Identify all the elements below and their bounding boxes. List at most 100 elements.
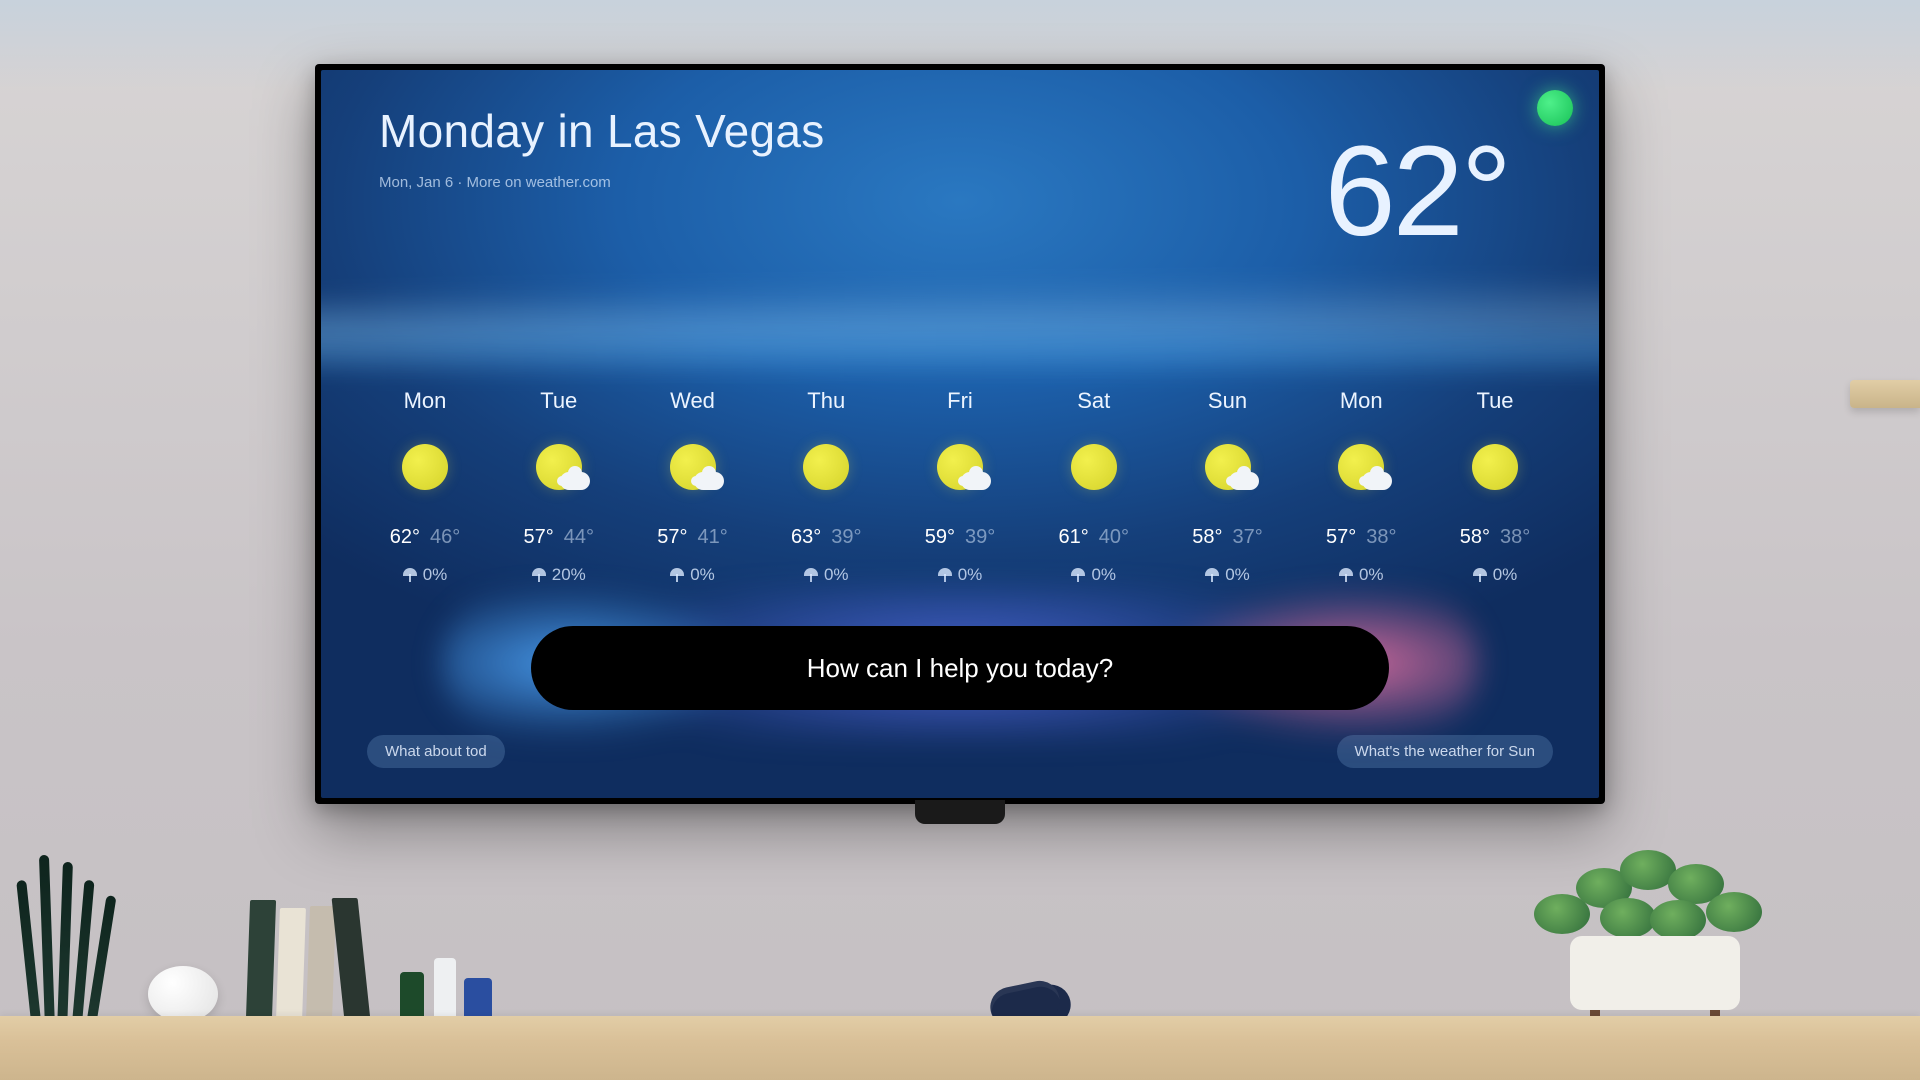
page-title: Monday in Las Vegas [379, 104, 825, 158]
low-temp: 40° [1099, 526, 1129, 549]
current-temperature: 62° [1324, 118, 1509, 265]
sunny-icon [797, 440, 855, 492]
wall-shelf [1850, 380, 1920, 408]
high-temp: 57° [1326, 526, 1356, 549]
precip-value: 0% [423, 565, 448, 585]
forecast-day[interactable]: Fri 59° 39° 0% [896, 388, 1024, 585]
precip-chance: 0% [1071, 565, 1116, 585]
umbrella-icon [403, 568, 417, 582]
precip-value: 0% [1225, 565, 1250, 585]
assistant-suggestion-row: What about tod What's the weather for Su… [367, 735, 1553, 768]
suggestion-chip-left[interactable]: What about tod [367, 735, 505, 768]
forecast-temps: 57° 38° [1326, 526, 1397, 549]
umbrella-icon [1071, 568, 1085, 582]
decor-candle [400, 972, 424, 1022]
umbrella-icon [1339, 568, 1353, 582]
forecast-day-label: Tue [540, 388, 577, 414]
high-temp: 58° [1192, 526, 1222, 549]
precip-chance: 0% [1473, 565, 1518, 585]
forecast-day-label: Sun [1208, 388, 1247, 414]
high-temp: 58° [1460, 526, 1490, 549]
suggestion-chip-right[interactable]: What's the weather for Sun [1337, 735, 1553, 768]
weather-app-screen: Monday in Las Vegas Mon, Jan 6 · More on… [321, 70, 1599, 798]
precip-value: 0% [958, 565, 983, 585]
precip-value: 0% [690, 565, 715, 585]
forecast-day[interactable]: Tue 57° 44° 20% [495, 388, 623, 585]
date-source-subtitle[interactable]: Mon, Jan 6 · More on weather.com [379, 174, 825, 191]
low-temp: 44° [564, 526, 594, 549]
forecast-temps: 57° 44° [524, 526, 595, 549]
forecast-day-label: Tue [1476, 388, 1513, 414]
forecast-temps: 58° 38° [1460, 526, 1531, 549]
partly-cloudy-icon [1199, 440, 1257, 492]
precip-value: 20% [552, 565, 586, 585]
forecast-day-label: Mon [404, 388, 447, 414]
low-temp: 46° [430, 526, 460, 549]
forecast-day-label: Mon [1340, 388, 1383, 414]
forecast-day[interactable]: Mon 62° 46° 0% [361, 388, 489, 585]
status-indicator-icon [1537, 90, 1573, 126]
forecast-temps: 58° 37° [1192, 526, 1263, 549]
high-temp: 62° [390, 526, 420, 549]
forecast-temps: 59° 39° [925, 526, 996, 549]
decor-planter-right [1530, 826, 1770, 1026]
umbrella-icon [1205, 568, 1219, 582]
assistant-prompt-pill[interactable]: How can I help you today? [531, 626, 1389, 710]
decor-orb-lamp [148, 966, 218, 1022]
low-temp: 37° [1233, 526, 1263, 549]
umbrella-icon [938, 568, 952, 582]
precip-chance: 0% [670, 565, 715, 585]
console-shelf [0, 1016, 1920, 1080]
low-temp: 41° [698, 526, 728, 549]
forecast-temps: 57°41° [657, 526, 728, 549]
umbrella-icon [670, 568, 684, 582]
precip-value: 0% [824, 565, 849, 585]
tv-frame: Monday in Las Vegas Mon, Jan 6 · More on… [315, 64, 1605, 804]
forecast-row: Mon62°46°0%Tue57°44°20%Wed57°41°0%Thu63°… [361, 388, 1559, 585]
low-temp: 39° [831, 526, 861, 549]
sunny-icon [1466, 440, 1524, 492]
forecast-temps: 61° 40° [1059, 526, 1130, 549]
partly-cloudy-icon [1332, 440, 1390, 492]
assistant-prompt-text: How can I help you today? [807, 653, 1113, 684]
forecast-day[interactable]: Mon 57° 38° 0% [1297, 388, 1425, 585]
forecast-day[interactable]: Thu 63° 39° 0% [762, 388, 890, 585]
high-temp: 61° [1059, 526, 1089, 549]
precip-chance: 20% [532, 565, 586, 585]
low-temp: 38° [1366, 526, 1396, 549]
precip-chance: 0% [804, 565, 849, 585]
weather-header: Monday in Las Vegas Mon, Jan 6 · More on… [379, 104, 825, 191]
forecast-day[interactable]: Sat61°40°0% [1030, 388, 1158, 585]
low-temp: 38° [1500, 526, 1530, 549]
tv-stand [915, 800, 1005, 824]
forecast-day-label: Thu [807, 388, 845, 414]
forecast-temps: 63° 39° [791, 526, 862, 549]
precip-chance: 0% [938, 565, 983, 585]
decor-candle [434, 958, 456, 1022]
precip-value: 0% [1359, 565, 1384, 585]
partly-cloudy-icon [931, 440, 989, 492]
partly-cloudy-icon [664, 440, 722, 492]
partly-cloudy-icon [530, 440, 588, 492]
umbrella-icon [1473, 568, 1487, 582]
decor-books [248, 898, 364, 1020]
forecast-day[interactable]: Sun 58° 37° 0% [1164, 388, 1292, 585]
precip-chance: 0% [1339, 565, 1384, 585]
high-temp: 57° [524, 526, 554, 549]
sunny-icon [396, 440, 454, 492]
precip-chance: 0% [403, 565, 448, 585]
low-temp: 39° [965, 526, 995, 549]
forecast-temps: 62° 46° [390, 526, 461, 549]
precip-value: 0% [1091, 565, 1116, 585]
forecast-day[interactable]: Tue 58° 38° 0% [1431, 388, 1559, 585]
umbrella-icon [804, 568, 818, 582]
sunny-icon [1065, 440, 1123, 492]
forecast-day[interactable]: Wed 57°41° 0% [629, 388, 757, 585]
precip-value: 0% [1493, 565, 1518, 585]
forecast-day-label: Fri [947, 388, 973, 414]
high-temp: 63° [791, 526, 821, 549]
forecast-day-label: Wed [670, 388, 715, 414]
precip-chance: 0% [1205, 565, 1250, 585]
high-temp: 59° [925, 526, 955, 549]
decor-plant-left [14, 840, 144, 1030]
